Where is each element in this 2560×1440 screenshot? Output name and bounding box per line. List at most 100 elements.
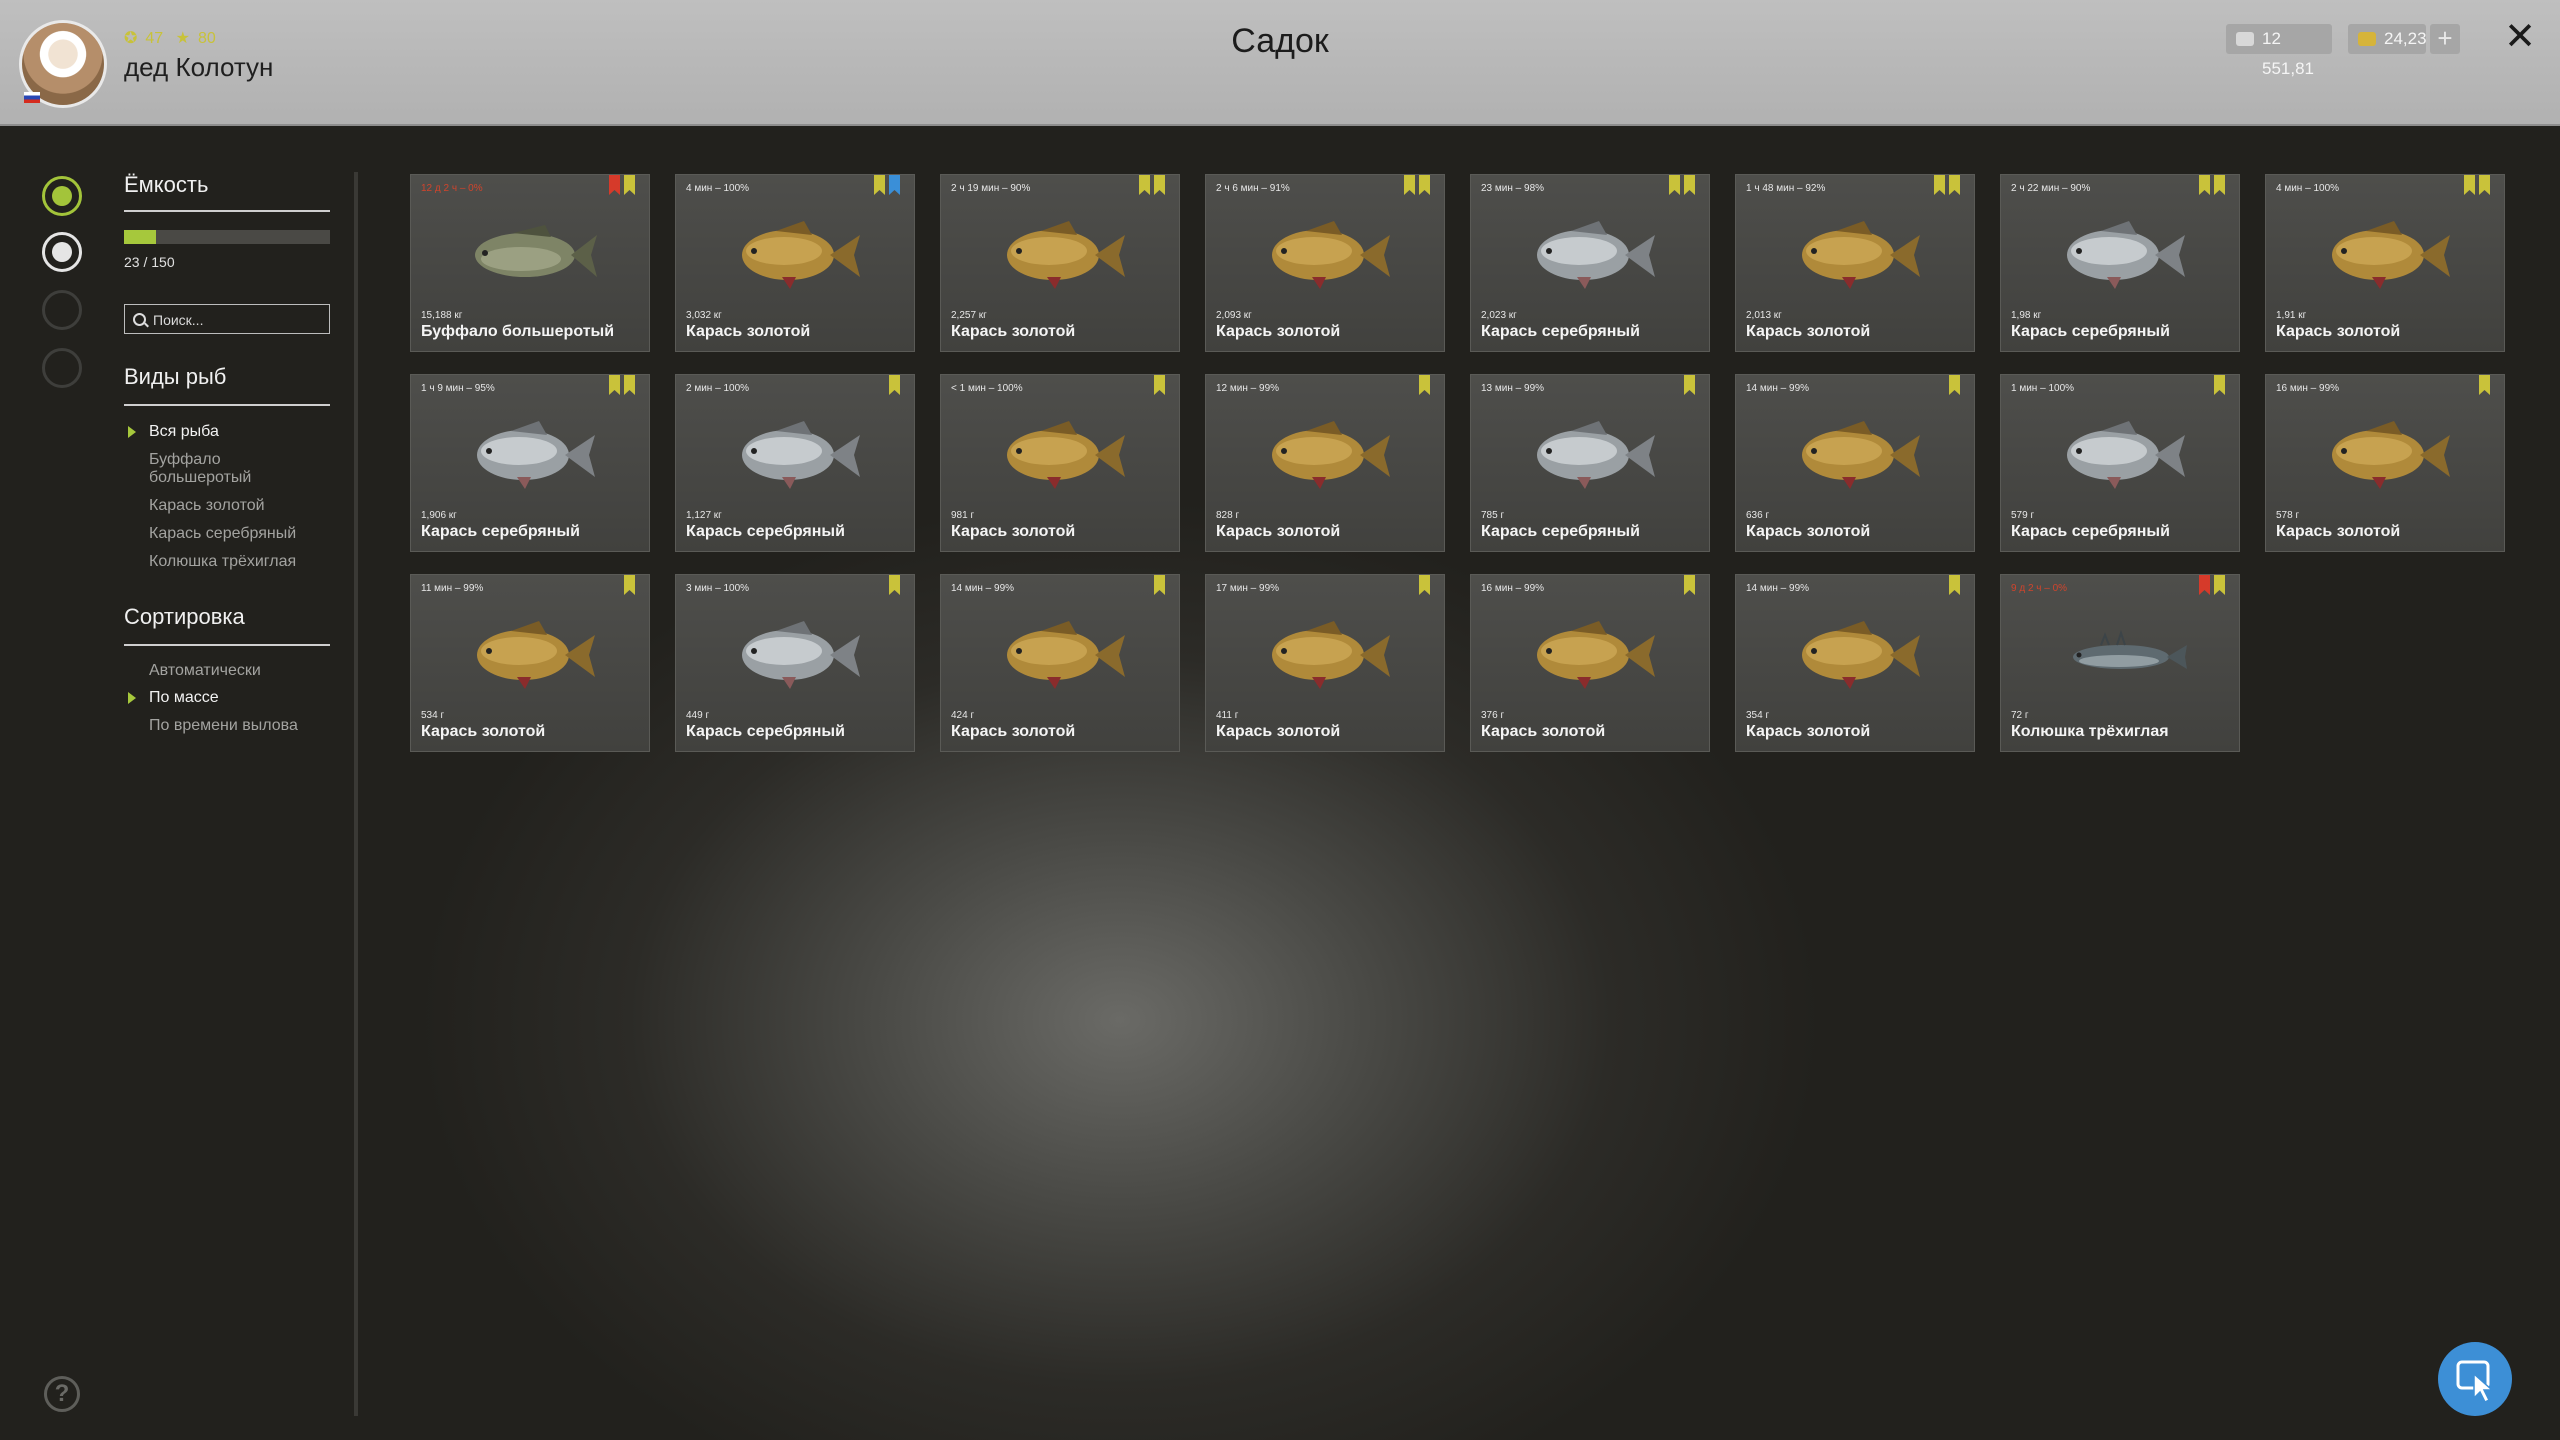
fish-marks — [2199, 175, 2225, 195]
close-button[interactable]: ✕ — [2504, 18, 2536, 56]
bookmark-icon[interactable] — [1684, 375, 1695, 395]
bookmark-icon[interactable] — [1949, 575, 1960, 595]
bookmark-icon[interactable] — [1934, 175, 1945, 195]
bookmark-icon[interactable] — [1949, 175, 1960, 195]
bookmark-icon[interactable] — [889, 575, 900, 595]
bookmark-icon[interactable] — [1684, 175, 1695, 195]
fish-card[interactable]: 4 мин – 100% 1,91 кг Карась золотой — [2265, 174, 2505, 352]
fish-card[interactable]: 12 мин – 99% 828 г Карась золотой — [1205, 374, 1445, 552]
bookmark-icon[interactable] — [2214, 375, 2225, 395]
fish-weight: 578 г — [2276, 510, 2300, 521]
fish-card[interactable]: 17 мин – 99% 411 г Карась золотой — [1205, 574, 1445, 752]
add-currency-button[interactable]: + — [2430, 24, 2460, 54]
bookmark-icon[interactable] — [624, 575, 635, 595]
fire-tab-icon[interactable] — [42, 290, 82, 330]
fish-marks — [1949, 375, 1960, 395]
fish-card[interactable]: 9 д 2 ч – 0% 72 г Колюшка трёхиглая — [2000, 574, 2240, 752]
bookmark-icon[interactable] — [889, 375, 900, 395]
fish-weight: 785 г — [1481, 510, 1505, 521]
fish-name: Карась золотой — [1746, 523, 1871, 540]
fish-card[interactable]: 14 мин – 99% 636 г Карась золотой — [1735, 374, 1975, 552]
bookmark-icon[interactable] — [2199, 575, 2210, 595]
bookmark-icon[interactable] — [624, 375, 635, 395]
top-bar: ✪ 47 ★ 80 дед Колотун Садок 12 551,81 24,2… — [0, 0, 2560, 126]
species-item[interactable]: Колюшка трёхиглая — [149, 553, 329, 571]
species-item[interactable]: Буффало большеротый — [149, 451, 279, 487]
fish-card[interactable]: 2 мин – 100% 1,127 кг Карась серебряный — [675, 374, 915, 552]
fish-card[interactable]: 14 мин – 99% 424 г Карась золотой — [940, 574, 1180, 752]
bookmark-icon[interactable] — [1139, 175, 1150, 195]
help-icon[interactable]: ? — [44, 1376, 80, 1412]
fish-card[interactable]: 23 мин – 98% 2,023 кг Карась серебряный — [1470, 174, 1710, 352]
fish-weight: 424 г — [951, 710, 975, 721]
fish-marks — [1684, 375, 1695, 395]
fish-catch-time: 14 мин – 99% — [1746, 383, 1810, 394]
bookmark-icon[interactable] — [1404, 175, 1415, 195]
bookmark-icon[interactable] — [1419, 575, 1430, 595]
search-icon — [133, 313, 146, 326]
fish-card[interactable]: 12 д 2 ч – 0% 15,188 кг Буффало большероты… — [410, 174, 650, 352]
bookmark-icon[interactable] — [2199, 175, 2210, 195]
fish-card[interactable]: < 1 мин – 100% 981 г Карась золотой — [940, 374, 1180, 552]
bookmark-icon[interactable] — [889, 175, 900, 195]
species-item[interactable]: Карась золотой — [149, 497, 329, 515]
species-item[interactable]: Карась серебряный — [149, 525, 329, 543]
bookmark-icon[interactable] — [1419, 375, 1430, 395]
species-item[interactable]: Вся рыба — [149, 423, 329, 441]
fish-card[interactable]: 1 ч 48 мин – 92% 2,013 кг Карась золотой — [1735, 174, 1975, 352]
fish-name: Карась серебряный — [2011, 323, 2170, 340]
fish-card[interactable]: 11 мин – 99% 534 г Карась золотой — [410, 574, 650, 752]
fish-card[interactable]: 16 мин – 99% 376 г Карась золотой — [1470, 574, 1710, 752]
house-tab-icon[interactable] — [42, 348, 82, 388]
fish-card[interactable]: 2 ч 6 мин – 91% 2,093 кг Карась золотой — [1205, 174, 1445, 352]
bookmark-icon[interactable] — [1419, 175, 1430, 195]
fish-card[interactable]: 14 мин – 99% 354 г Карась золотой — [1735, 574, 1975, 752]
bookmark-icon[interactable] — [1154, 175, 1165, 195]
fish-catch-time: 13 мин – 99% — [1481, 383, 1545, 394]
bookmark-icon[interactable] — [874, 175, 885, 195]
fish-card[interactable]: 3 мин – 100% 449 г Карась серебряный — [675, 574, 915, 752]
fish-catch-time: 12 д 2 ч – 0% — [421, 183, 483, 194]
search-input[interactable] — [151, 309, 325, 331]
bookmark-icon[interactable] — [609, 375, 620, 395]
bookmark-icon[interactable] — [624, 175, 635, 195]
fish-card[interactable]: 2 ч 22 мин – 90% 1,98 кг Карась серебряный — [2000, 174, 2240, 352]
fish-weight: 376 г — [1481, 710, 1505, 721]
fish-catch-time: 14 мин – 99% — [1746, 583, 1810, 594]
fish-card[interactable]: 4 мин – 100% 3,032 кг Карась золотой — [675, 174, 915, 352]
bookmark-icon[interactable] — [609, 175, 620, 195]
fish-catch-time: 1 ч 9 мин – 95% — [421, 383, 495, 394]
bookmark-icon[interactable] — [2479, 375, 2490, 395]
bookmark-icon[interactable] — [1949, 375, 1960, 395]
bookmark-icon[interactable] — [1154, 375, 1165, 395]
fish-card[interactable]: 2 ч 19 мин – 90% 2,257 кг Карась золотой — [940, 174, 1180, 352]
fish-card[interactable]: 1 ч 9 мин – 95% 1,906 кг Карась серебряный — [410, 374, 650, 552]
capacity-text: 23 / 150 — [124, 254, 175, 270]
fish-card[interactable]: 13 мин – 99% 785 г Карась серебряный — [1470, 374, 1710, 552]
fish-weight: 2,257 кг — [951, 310, 987, 321]
sort-item[interactable]: Автоматически — [149, 662, 329, 680]
bookmark-icon[interactable] — [1684, 575, 1695, 595]
fish-catch-time: 4 мин – 100% — [686, 183, 750, 194]
sort-item[interactable]: По массе — [149, 689, 329, 707]
species-title: Виды рыб — [124, 364, 227, 389]
russia-flag-icon — [24, 92, 40, 103]
capacity-title: Ёмкость — [124, 172, 209, 197]
fish-card[interactable]: 16 мин – 99% 578 г Карась золотой — [2265, 374, 2505, 552]
bookmark-icon[interactable] — [2214, 175, 2225, 195]
bookmark-icon[interactable] — [2479, 175, 2490, 195]
sort-item[interactable]: По времени вылова — [149, 717, 329, 735]
fish-card[interactable]: 1 мин – 100% 579 г Карась серебряный — [2000, 374, 2240, 552]
bookmark-icon[interactable] — [2214, 575, 2225, 595]
search-field[interactable] — [124, 304, 330, 334]
cursor-mode-button[interactable] — [2438, 1342, 2512, 1416]
bookmark-icon[interactable] — [2464, 175, 2475, 195]
keepnet-tab-icon[interactable] — [42, 176, 82, 216]
fish-marks — [1154, 375, 1165, 395]
bookmark-icon[interactable] — [1154, 575, 1165, 595]
bookmark-icon[interactable] — [1669, 175, 1680, 195]
fish-marks — [1404, 175, 1430, 195]
fish-marks — [889, 575, 900, 595]
fish-tab-icon[interactable] — [42, 232, 82, 272]
fish-catch-time: 2 ч 19 мин – 90% — [951, 183, 1031, 194]
